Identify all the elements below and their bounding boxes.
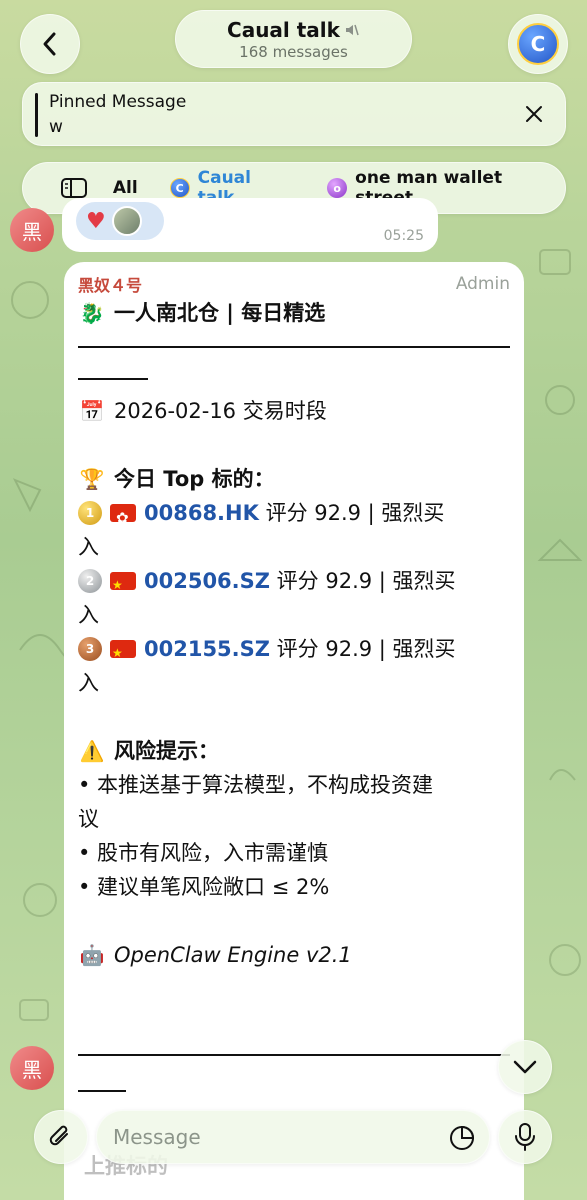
reactor-avatar: [111, 206, 142, 236]
admin-badge: Admin: [455, 274, 510, 294]
pinned-indicator: [35, 93, 38, 137]
sender-avatar[interactable]: 黑: [10, 208, 54, 252]
pick-wrap: 入: [78, 535, 99, 559]
pick-item: 2 002506.SZ 评分 92.9 | 强烈买 入: [78, 564, 510, 632]
close-pinned-button[interactable]: [521, 101, 547, 127]
heart-reaction-icon: ♥: [86, 208, 106, 234]
message-input[interactable]: [113, 1125, 433, 1149]
dragon-icon: 🐉: [79, 301, 105, 325]
risk-line: • 股市有风险，入市需谨慎: [78, 841, 329, 865]
risk-line: • 建议单笔风险敞口 ≤ 2%: [78, 875, 330, 899]
pinned-title: Pinned Message: [49, 92, 187, 112]
message-count: 168 messages: [239, 43, 348, 61]
message-bubble[interactable]: 黑奴４号 Admin 🐉 一人南北仓 | 每日精选 📅 2026-02-16 交…: [64, 262, 524, 1200]
pick-detail: 评分 92.9 | 强烈买: [258, 501, 445, 525]
back-button[interactable]: [20, 14, 80, 74]
pick-wrap: 入: [78, 603, 99, 627]
top-heading: 今日 Top 标的：: [114, 467, 275, 491]
paperclip-icon: [49, 1125, 68, 1146]
calendar-icon: 📅: [79, 399, 105, 423]
message-time: 05:25: [383, 228, 424, 244]
tab-all-label: All: [112, 178, 138, 198]
message-title: 一人南北仓 | 每日精选: [114, 301, 326, 325]
chat-title: Caual talk: [227, 18, 340, 42]
sticker-button[interactable]: [449, 1125, 475, 1151]
gold-medal-icon: 1: [78, 501, 102, 525]
pick-item: 1 00868.HK 评分 92.9 | 强烈买 入: [78, 496, 510, 564]
chat-title-area[interactable]: Caual talk 168 messages: [175, 10, 412, 68]
sticker-icon: [450, 1125, 475, 1150]
engine-signature: OpenClaw Engine v2.1: [114, 943, 352, 967]
silver-medal-icon: 2: [78, 569, 102, 593]
close-icon: [526, 106, 542, 122]
risk-heading: 风险提示：: [114, 739, 219, 763]
attach-button[interactable]: [34, 1110, 88, 1164]
bronze-medal-icon: 3: [78, 637, 102, 661]
warning-icon: ⚠️: [79, 739, 105, 763]
chevron-down-icon: [513, 1060, 537, 1074]
pick-item: 3 002155.SZ 评分 92.9 | 强烈买 入: [78, 632, 510, 700]
wallet-street-avatar-icon: o: [327, 178, 348, 198]
sender-avatar[interactable]: 黑: [10, 1046, 54, 1090]
pick-detail: 评分 92.9 | 强烈买: [270, 637, 456, 661]
date-line: 2026-02-16 交易时段: [114, 399, 327, 423]
hong-kong-flag-icon: [110, 501, 136, 535]
previous-message-bubble[interactable]: ♥ 05:25: [62, 198, 438, 252]
scroll-to-bottom-button[interactable]: [498, 1040, 552, 1094]
divider: [78, 346, 510, 348]
china-flag-icon: [110, 636, 136, 670]
pick-wrap: 入: [78, 671, 99, 695]
sender-name[interactable]: 黑奴４号: [78, 272, 142, 296]
microphone-icon: [515, 1123, 535, 1151]
sidebar-icon: [61, 178, 87, 198]
ticker-link[interactable]: 002506.SZ: [144, 569, 270, 593]
pick-detail: 评分 92.9 | 强烈买: [270, 569, 456, 593]
robot-icon: 🤖: [79, 943, 105, 967]
message-composer: [96, 1110, 490, 1164]
divider-tail: [78, 1090, 126, 1092]
caual-talk-avatar-icon: C: [169, 178, 190, 198]
pinned-text: w: [49, 117, 63, 137]
reactions[interactable]: ♥: [76, 202, 164, 240]
risk-line: 议: [78, 807, 99, 831]
voice-message-button[interactable]: [498, 1110, 552, 1164]
ticker-link[interactable]: 00868.HK: [144, 501, 259, 525]
pinned-message-bar[interactable]: Pinned Message w: [22, 82, 566, 146]
china-flag-icon: [110, 568, 136, 602]
divider: [78, 1054, 510, 1056]
chat-avatar-button[interactable]: C: [508, 14, 568, 74]
ticker-link[interactable]: 002155.SZ: [144, 637, 270, 661]
risk-line: • 本推送基于算法模型，不构成投资建: [78, 773, 434, 797]
chevron-left-icon: [43, 32, 56, 56]
trophy-icon: 🏆: [79, 467, 105, 491]
muted-speaker-icon: [345, 24, 359, 36]
chat-avatar: C: [517, 23, 559, 65]
divider-tail: [78, 378, 148, 380]
